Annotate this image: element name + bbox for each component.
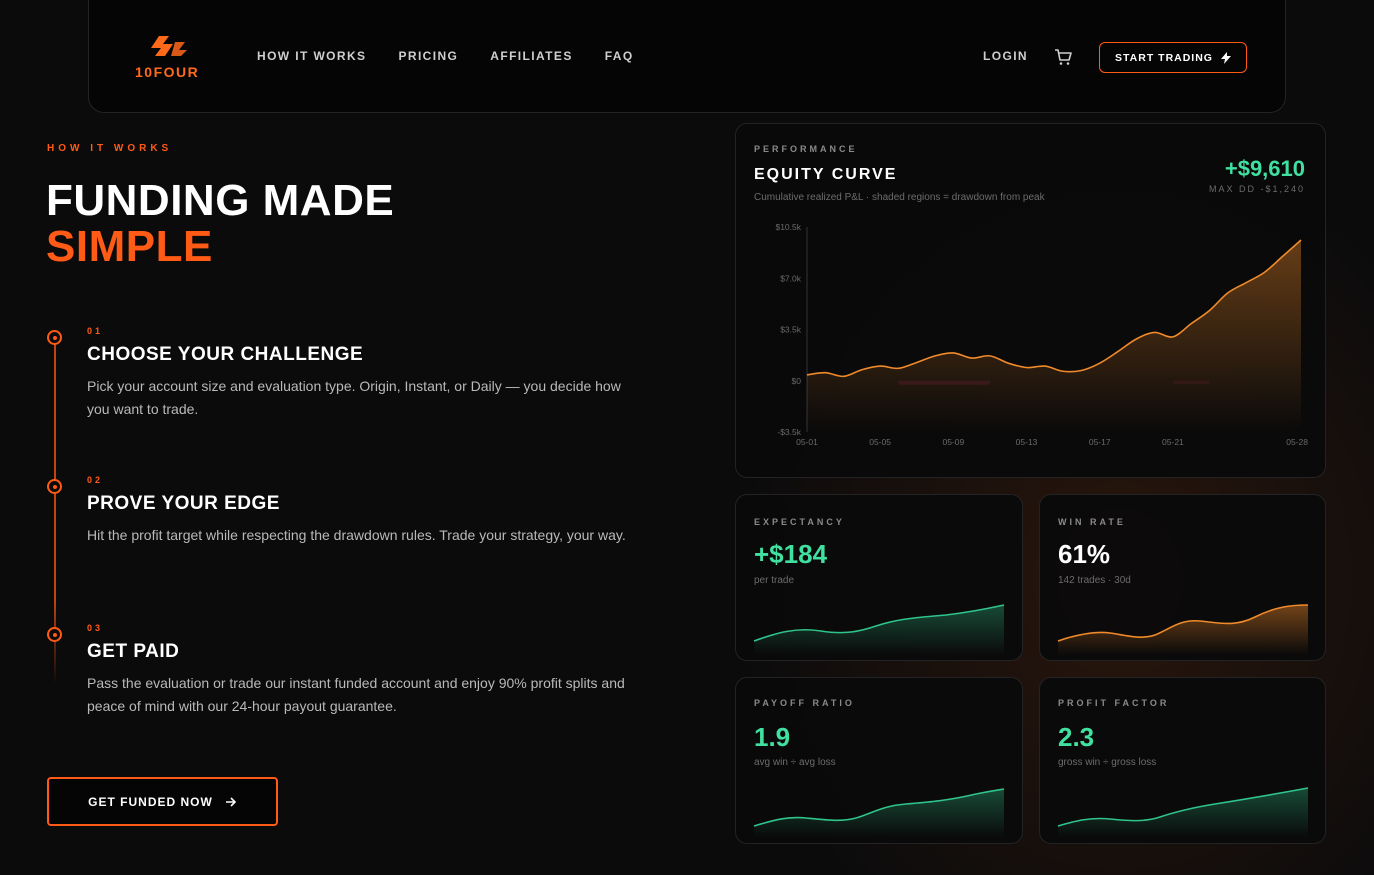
step-title: CHOOSE YOUR CHALLENGE [87, 344, 364, 365]
y-tick-label: $3.5k [780, 325, 802, 335]
win-rate-card: WIN RATE 61% 142 trades · 30d [1039, 494, 1326, 661]
logo-text: 10FOUR [135, 64, 200, 80]
x-tick-label: 05-21 [1162, 437, 1184, 447]
step-number: 02 [87, 475, 104, 485]
start-trading-button[interactable]: START TRADING [1099, 42, 1247, 73]
step-number: 03 [87, 623, 104, 633]
arrow-right-icon [225, 796, 236, 807]
stat-label: PAYOFF RATIO [754, 698, 855, 708]
step-description: Hit the profit target while respecting t… [87, 527, 626, 543]
start-trading-label: START TRADING [1115, 51, 1213, 64]
hero-title: FUNDING MADE SIMPLE [46, 178, 394, 270]
drawdown-region [898, 380, 990, 385]
card-description: Cumulative realized P&L · shaded regions… [754, 192, 1045, 203]
login-link[interactable]: LOGIN [983, 49, 1028, 63]
card-title: EQUITY CURVE [754, 166, 898, 183]
equity-curve-card: $10.5k $7.0k $3.5k $0 -$3.5k 05-01 05-05 05-09 0… [735, 123, 1326, 478]
step-marker-icon [47, 330, 62, 345]
nav-links: HOW IT WORKS PRICING AFFILIATES FAQ [257, 49, 634, 63]
step-description: Pass the evaluation or trade our instant… [87, 675, 625, 714]
x-tick-label: 05-01 [796, 437, 818, 447]
y-tick-label: $0 [792, 376, 802, 386]
drawdown-region [1172, 380, 1210, 384]
stat-sub: avg win ÷ avg loss [754, 757, 836, 768]
step-marker-icon [47, 479, 62, 494]
stat-value: 1.9 [754, 722, 791, 752]
step-description: Pick your account size and evaluation ty… [87, 378, 621, 417]
step-title: PROVE YOUR EDGE [87, 493, 280, 514]
hero-title-line1: FUNDING MADE [46, 176, 395, 225]
get-funded-label: GET FUNDED NOW [88, 794, 213, 809]
section-eyebrow: HOW IT WORKS [47, 143, 173, 154]
stat-label: PROFIT FACTOR [1058, 698, 1170, 708]
profit-factor-card: PROFIT FACTOR 2.3 gross win ÷ gross loss [1039, 677, 1326, 844]
step-number: 01 [87, 326, 104, 336]
x-tick-label: 05-28 [1286, 437, 1308, 447]
y-tick-label: $7.0k [780, 273, 802, 283]
top-nav: 10FOUR HOW IT WORKS PRICING AFFILIATES F… [88, 0, 1286, 113]
y-tick-label: -$3.5k [777, 427, 801, 437]
logo-icon [151, 36, 187, 56]
step-title: GET PAID [87, 641, 180, 662]
x-tick-label: 05-09 [942, 437, 964, 447]
x-tick-label: 05-13 [1016, 437, 1038, 447]
stat-sub: gross win ÷ gross loss [1058, 757, 1157, 768]
cart-icon[interactable] [1053, 47, 1073, 67]
max-drawdown: MAX DD -$1,240 [1208, 184, 1305, 194]
y-tick-label: $10.5k [775, 222, 801, 232]
nav-how-it-works[interactable]: HOW IT WORKS [257, 49, 366, 63]
stat-value: +$184 [754, 539, 828, 569]
nav-affiliates[interactable]: AFFILIATES [490, 49, 572, 63]
bolt-icon [1220, 51, 1231, 64]
total-pnl: +$9,610 [1224, 156, 1305, 181]
step-marker-icon [47, 627, 62, 642]
payoff-ratio-card: PAYOFF RATIO 1.9 avg win ÷ avg loss [735, 677, 1023, 844]
expectancy-card: EXPECTANCY +$184 per trade [735, 494, 1023, 661]
stat-value: 61% [1058, 539, 1111, 569]
nav-pricing[interactable]: PRICING [398, 49, 458, 63]
x-tick-label: 05-05 [869, 437, 891, 447]
stat-label: EXPECTANCY [754, 517, 845, 527]
hero-title-line2: SIMPLE [46, 222, 213, 271]
card-label: PERFORMANCE [754, 144, 858, 154]
nav-faq[interactable]: FAQ [605, 49, 634, 63]
stat-value: 2.3 [1058, 722, 1095, 752]
get-funded-button[interactable]: GET FUNDED NOW [47, 777, 278, 826]
x-tick-label: 05-17 [1089, 437, 1111, 447]
stat-label: WIN RATE [1058, 517, 1126, 527]
equity-area [807, 240, 1301, 432]
logo[interactable]: 10FOUR [135, 36, 205, 86]
stat-sub: 142 trades · 30d [1058, 575, 1131, 586]
stat-sub: per trade [754, 575, 795, 586]
